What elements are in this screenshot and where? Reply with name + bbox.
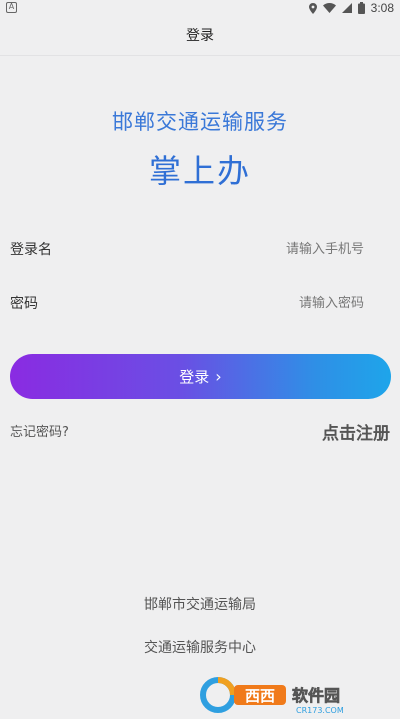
watermark-logo: 西西 软件园 CR173.COM	[200, 677, 344, 715]
status-icons: 3:08	[308, 1, 394, 15]
forgot-password-link[interactable]: 忘记密码?	[10, 421, 69, 440]
app-name: 掌上办	[148, 152, 251, 190]
login-button[interactable]: 登录 ›	[10, 354, 391, 399]
watermark-brand-part1: 西西	[245, 687, 275, 705]
app-header: 登录	[0, 16, 400, 56]
footer-service-center: 交通运输服务中心	[144, 640, 256, 656]
notification-a-icon: A	[6, 2, 17, 13]
register-link[interactable]: 点击注册	[322, 419, 390, 444]
username-row: 登录名	[10, 229, 390, 269]
battery-icon	[357, 2, 365, 14]
username-input[interactable]	[144, 235, 364, 263]
page-title: 登录	[186, 28, 214, 44]
footer-org-bureau: 邯郸市交通运输局	[144, 597, 256, 613]
watermark-brand-part2: 软件园	[292, 686, 340, 705]
cellular-signal-icon	[341, 3, 352, 13]
username-label: 登录名	[10, 242, 52, 258]
location-icon	[308, 2, 317, 14]
status-time: 3:08	[370, 1, 394, 15]
status-bar: A 3:08	[0, 0, 400, 16]
password-row: 密码	[10, 283, 390, 323]
org-name: 邯郸交通运输服务	[112, 110, 288, 134]
wifi-icon	[322, 3, 336, 13]
watermark-domain: CR173.COM	[296, 706, 344, 715]
password-label: 密码	[10, 296, 38, 312]
login-button-label: 登录	[179, 368, 210, 386]
chevron-right-icon: ›	[215, 366, 222, 386]
password-input[interactable]	[144, 289, 364, 317]
